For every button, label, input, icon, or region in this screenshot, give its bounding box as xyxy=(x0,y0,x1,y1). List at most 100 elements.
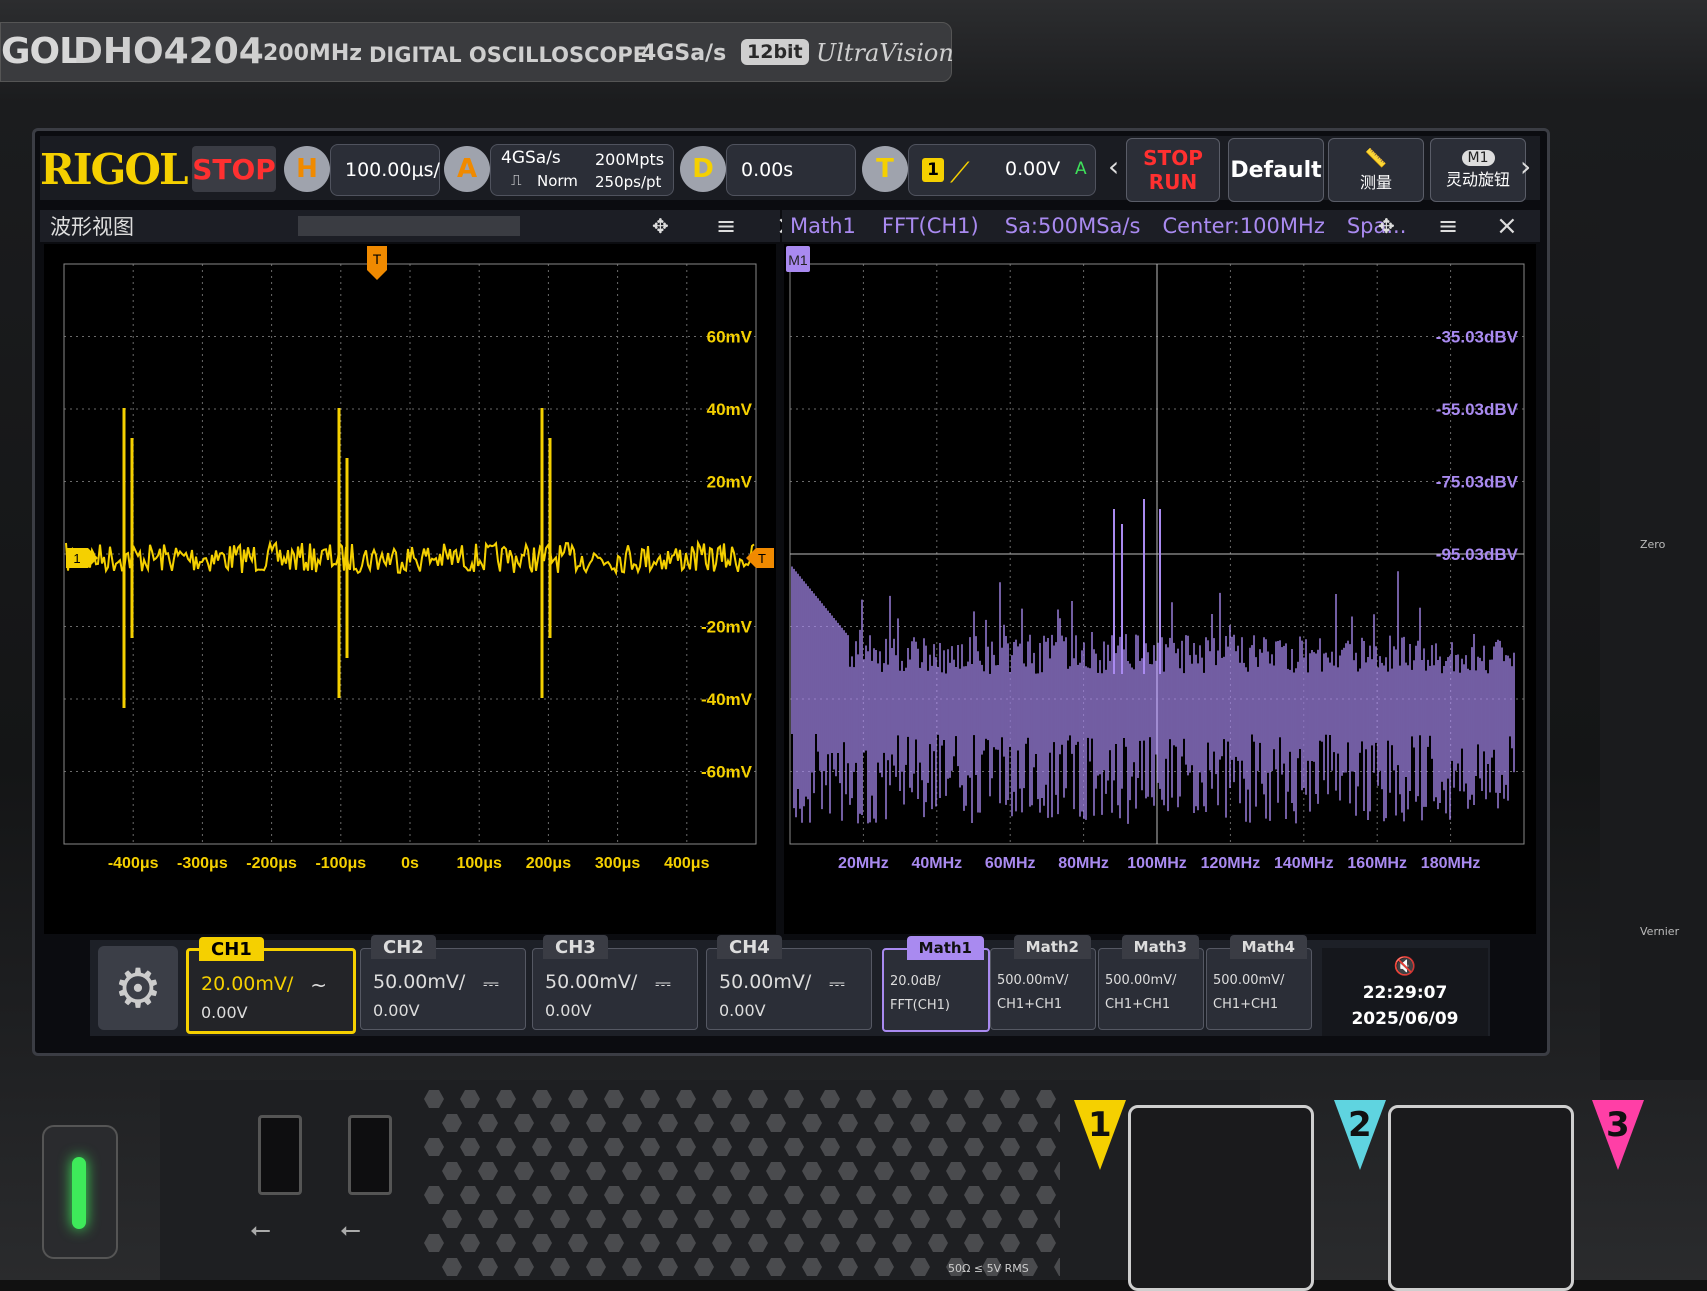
vent-hole xyxy=(478,1210,498,1228)
run-state-indicator[interactable]: STOP xyxy=(192,146,276,192)
measure-label: 测量 xyxy=(1359,172,1392,192)
trigger-position-label: T xyxy=(373,251,382,267)
math-box-math1[interactable]: Math1 20.0dB/FFT(CH1) xyxy=(882,936,990,1032)
trigger-key[interactable]: T xyxy=(862,146,908,192)
vent-hole xyxy=(640,1138,660,1156)
channel-box-ch3[interactable]: CH3 50.00mV/0.00V ⎓ xyxy=(532,935,698,1030)
acquire-resolution: 250ps/pt xyxy=(595,173,662,191)
vent-hole xyxy=(424,1186,444,1204)
menu-icon[interactable]: ≡ xyxy=(716,212,736,240)
trigger-source-badge: 1 xyxy=(922,158,944,182)
vent-hole xyxy=(856,1090,876,1108)
vent-hole xyxy=(604,1138,624,1156)
waveform-view-header: 波形视图 ✥ ≡ × xyxy=(40,210,798,242)
x-axis-label: -300μs xyxy=(177,855,228,872)
vent-hole xyxy=(1054,1162,1060,1180)
fft-close-icon[interactable]: × xyxy=(1496,211,1518,241)
math-box-math2[interactable]: Math2 500.00mV/CH1+CH1 xyxy=(990,935,1096,1030)
vent-hole xyxy=(424,1138,444,1156)
toolbar-right-arrow-icon[interactable]: › xyxy=(1520,150,1531,183)
fft-tab-span[interactable]: Spa... xyxy=(1347,214,1407,238)
measure-button[interactable]: 📏 测量 xyxy=(1328,138,1424,202)
acquire-key[interactable]: A xyxy=(444,146,490,192)
bnc-input-2[interactable] xyxy=(1388,1105,1574,1291)
vent-hole xyxy=(892,1090,912,1108)
ch1-offset-label: 1 xyxy=(73,551,80,566)
ruler-icon: 📏 xyxy=(1364,147,1388,169)
vent-hole xyxy=(784,1234,804,1252)
vent-hole xyxy=(820,1138,840,1156)
delay-value: 0.00s xyxy=(741,159,794,181)
vent-hole xyxy=(982,1162,1002,1180)
vent-hole xyxy=(1054,1258,1060,1276)
math-source: CH1+CH1 xyxy=(1213,997,1279,1012)
brand-bar: GOL DHO4204 200MHz DIGITAL OSCILLOSCOPE … xyxy=(0,22,954,82)
usb-port-1[interactable] xyxy=(258,1115,302,1195)
vent-hole xyxy=(964,1234,984,1252)
vent-hole xyxy=(982,1210,1002,1228)
vent-hole xyxy=(838,1114,858,1132)
brand-model: DHO4204 xyxy=(73,31,264,72)
vernier-label: Vernier xyxy=(1640,925,1680,938)
fft-tab-math1[interactable]: Math1 xyxy=(790,214,856,238)
stop-run-button[interactable]: STOP RUN xyxy=(1126,138,1220,202)
power-button[interactable] xyxy=(42,1125,118,1259)
coupling-icon: ⎓ xyxy=(829,971,845,995)
fft-y-label: -35.03dBV xyxy=(1436,328,1519,347)
fft-pane[interactable]: M1 -35.03dBV -55.03dBV -75.03dBV -95.03dBV 20… xyxy=(784,244,1536,934)
math-box-math3[interactable]: Math3 500.00mV/CH1+CH1 xyxy=(1098,935,1204,1030)
vent-hole xyxy=(442,1162,462,1180)
horizontal-key[interactable]: H xyxy=(284,146,330,192)
vent-hole xyxy=(910,1114,930,1132)
vent-hole xyxy=(442,1258,462,1276)
vent-hole xyxy=(694,1258,714,1276)
memory-overview-bar[interactable] xyxy=(298,216,520,236)
vent-hole xyxy=(550,1114,570,1132)
toolbar-left-arrow-icon[interactable]: ‹ xyxy=(1108,150,1119,183)
vent-hole xyxy=(1054,1114,1060,1132)
vent-hole xyxy=(1036,1186,1056,1204)
default-button[interactable]: Default xyxy=(1228,138,1324,202)
delay-key[interactable]: D xyxy=(680,146,726,192)
vent-hole xyxy=(892,1138,912,1156)
math-source: CH1+CH1 xyxy=(997,997,1063,1012)
vent-hole xyxy=(496,1186,516,1204)
pan-icon[interactable]: ✥ xyxy=(652,214,669,238)
acquire-pill[interactable]: 4GSa/s 200Mpts ⎍ Norm 250ps/pt xyxy=(490,144,674,196)
delay-pill[interactable]: 0.00s xyxy=(726,144,856,196)
channel-box-ch4[interactable]: CH4 50.00mV/0.00V ⎓ xyxy=(706,935,872,1030)
vent-hole xyxy=(964,1090,984,1108)
knob-button[interactable]: M1 灵动旋钮 xyxy=(1430,138,1526,202)
x-axis-label: 300μs xyxy=(595,855,640,872)
channel-scale: 20.00mV/ xyxy=(201,973,294,995)
fft-tab-center[interactable]: Center:100MHz xyxy=(1162,214,1324,238)
channel-box-ch2[interactable]: CH2 50.00mV/0.00V ⎓ xyxy=(360,935,526,1030)
trigger-level-label: T xyxy=(758,551,766,566)
fft-tab-source[interactable]: FFT(CH1) xyxy=(882,214,979,238)
vent-hole xyxy=(640,1186,660,1204)
math-box-math4[interactable]: Math4 500.00mV/CH1+CH1 xyxy=(1206,935,1312,1030)
math-scale: 20.0dB/ xyxy=(890,974,941,989)
vent-hole xyxy=(766,1162,786,1180)
vent-hole xyxy=(910,1162,930,1180)
vent-hole xyxy=(766,1114,786,1132)
bnc-input-1[interactable] xyxy=(1128,1105,1314,1291)
fft-menu-icon[interactable]: ≡ xyxy=(1438,212,1458,240)
vent-hole xyxy=(820,1186,840,1204)
fft-pan-icon[interactable]: ✥ xyxy=(1378,214,1395,238)
usb-port-2[interactable] xyxy=(348,1115,392,1195)
vent-hole xyxy=(856,1234,876,1252)
vent-hole xyxy=(460,1138,480,1156)
brand-sample-rate: 4GSa/s xyxy=(641,41,727,66)
vent-hole xyxy=(712,1234,732,1252)
vent-hole xyxy=(658,1258,678,1276)
fft-tab-sample-rate[interactable]: Sa:500MSa/s xyxy=(1005,214,1141,238)
horizontal-scale-pill[interactable]: 100.00μs/ xyxy=(330,144,440,196)
time-domain-pane[interactable]: T 1 T 60mV 40mV 20mV -20mV -40mV -60mV -400μs -300… xyxy=(44,244,776,934)
home-gear-icon[interactable]: ⚙ xyxy=(98,946,178,1030)
channel-box-ch1[interactable]: CH1 20.00mV/0.00V ~ xyxy=(186,937,356,1034)
vent-hole xyxy=(1000,1186,1020,1204)
vent-hole xyxy=(478,1114,498,1132)
speaker-mute-icon[interactable]: 🔇 xyxy=(1322,956,1488,977)
vent-hole xyxy=(442,1210,462,1228)
